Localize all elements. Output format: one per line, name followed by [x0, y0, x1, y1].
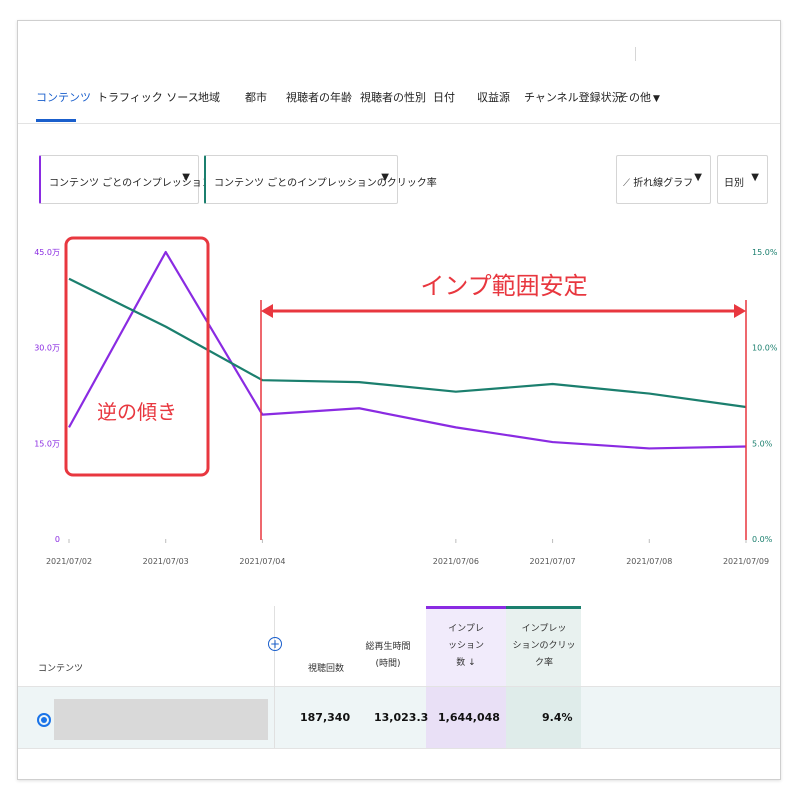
- cell-views: 187,340: [300, 711, 351, 724]
- header-ctr-line1: インプレッ: [521, 624, 567, 634]
- right-axis-tick-label: 15.0%: [752, 248, 778, 257]
- header-impressions-line3: 数 ↓: [456, 658, 476, 668]
- header-impressions-line1: インプレ: [448, 624, 484, 634]
- left-axis-tick-label: 0: [55, 535, 60, 544]
- impressions-column-accent: [426, 606, 506, 609]
- table-row-bg-right: [581, 687, 780, 748]
- header-content[interactable]: コンテンツ: [38, 661, 83, 678]
- header-ctr-line2: ションのクリッ: [512, 641, 576, 651]
- x-axis-tick-label: 2021/07/09: [723, 557, 769, 566]
- cell-impressions: 1,644,048: [438, 711, 500, 724]
- annotation-range-label: インプ範囲安定: [420, 272, 587, 300]
- header-views[interactable]: 視聴回数: [306, 661, 346, 678]
- header-watch-time[interactable]: 総再生時間 (時間): [358, 639, 418, 673]
- annotation-box-label: 逆の傾き: [97, 400, 177, 424]
- header-impressions-line2: ッション: [447, 641, 484, 651]
- left-axis-tick-label: 30.0万: [34, 344, 60, 353]
- x-axis-tick-label: 2021/07/03: [143, 557, 189, 566]
- right-axis-tick-label: 0.0%: [752, 535, 773, 544]
- table-bottom-border: [18, 748, 780, 749]
- arrow-left-icon: [261, 304, 273, 318]
- left-axis-tick-label: 45.0万: [34, 248, 60, 257]
- annotation-box: [64, 236, 210, 477]
- header-ctr[interactable]: インプレッ ションのクリッ ク率: [511, 621, 577, 672]
- ctr-series-line: [68, 277, 747, 409]
- x-axis-tick-label: 2021/07/04: [239, 557, 285, 566]
- x-axis-tick-label: 2021/07/07: [530, 557, 576, 566]
- right-axis-tick-label: 10.0%: [752, 344, 778, 353]
- header-ctr-line3: ク率: [534, 658, 553, 668]
- content-thumbnail-redacted: [54, 699, 268, 740]
- analytics-panel: コンテンツ トラフィック ソース 地域 都市 視聴者の年齢 視聴者の性別 日付 …: [17, 20, 781, 780]
- x-axis-tick-label: 2021/07/08: [626, 557, 672, 566]
- line-chart: 0 15.0万 30.0万 45.0万 0.0% 5.0% 10.0% 15.0% 2021/0…: [34, 236, 778, 566]
- header-watch-time-line2: (時間): [375, 659, 401, 669]
- x-axis-tick-label: 2021/07/06: [433, 557, 479, 566]
- x-axis-tick-label: 2021/07/02: [46, 557, 92, 566]
- row-select-radio[interactable]: [37, 713, 51, 727]
- arrow-right-icon: [734, 304, 746, 318]
- header-impressions[interactable]: インプレ ッション 数 ↓: [433, 621, 499, 672]
- right-axis-tick-label: 5.0%: [752, 439, 773, 448]
- left-axis-tick-label: 15.0万: [34, 439, 60, 448]
- add-column-icon[interactable]: +: [268, 637, 282, 651]
- column-divider: [274, 606, 275, 748]
- cell-ctr: 9.4%: [542, 711, 573, 724]
- cell-watch-time: 13,023.3: [374, 711, 429, 724]
- ctr-column-accent: [506, 606, 581, 609]
- header-watch-time-line1: 総再生時間: [365, 642, 411, 652]
